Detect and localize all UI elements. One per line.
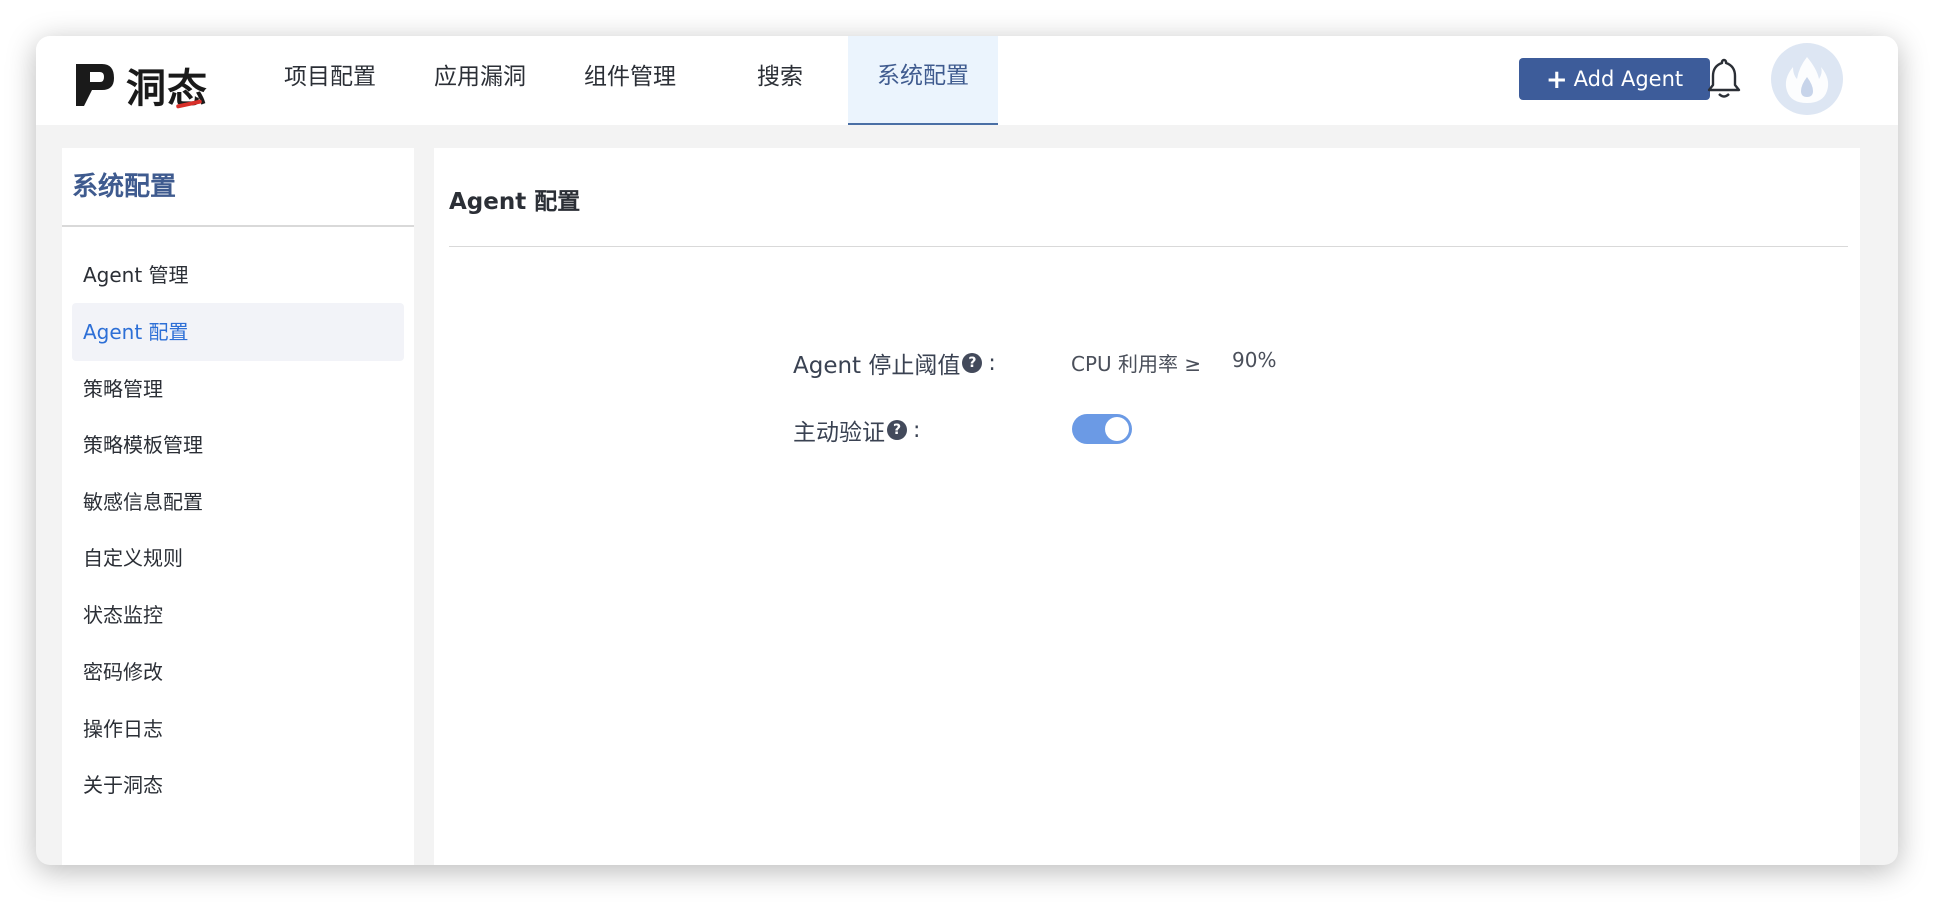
tab-search[interactable]: 搜索 — [708, 36, 852, 125]
logo-icon — [72, 62, 116, 108]
question-icon[interactable]: ? — [887, 420, 907, 440]
sidebar-divider — [62, 225, 414, 227]
threshold-label: Agent 停止阈值 — [793, 353, 961, 379]
toggle-knob — [1105, 417, 1129, 441]
sidebar: 系统配置 Agent 管理 Agent 配置 策略管理 策略模板管理 敏感信息配… — [62, 148, 414, 865]
active-verify-label: 主动验证 — [793, 420, 885, 446]
tab-system-config[interactable]: 系统配置 — [848, 36, 998, 125]
avatar[interactable] — [1771, 43, 1843, 115]
top-navbar: 洞态 项目配置 应用漏洞 组件管理 搜索 系统配置 + Add Agent — [36, 36, 1898, 125]
sidebar-item-password-change[interactable]: 密码修改 — [72, 643, 404, 701]
sidebar-title: 系统配置 — [72, 172, 177, 202]
threshold-colon: : — [988, 350, 996, 376]
brand-logo[interactable]: 洞态 — [72, 56, 208, 114]
bell-icon[interactable] — [1704, 56, 1744, 100]
sidebar-item-status-monitor[interactable]: 状态监控 — [72, 586, 404, 644]
sidebar-item-about[interactable]: 关于洞态 — [72, 756, 404, 814]
app-window: 洞态 项目配置 应用漏洞 组件管理 搜索 系统配置 + Add Agent 系统… — [36, 36, 1898, 865]
brand-name: 洞态 — [126, 66, 208, 112]
tab-project-config[interactable]: 项目配置 — [258, 36, 402, 125]
sidebar-item-policy-template[interactable]: 策略模板管理 — [72, 416, 404, 474]
active-verify-colon: : — [913, 417, 921, 443]
active-verify-label-group: 主动验证 ? : — [793, 413, 920, 447]
page-title: Agent 配置 — [449, 189, 581, 215]
tab-app-vulnerabilities[interactable]: 应用漏洞 — [408, 36, 552, 125]
cpu-threshold-text: CPU 利用率 ≥ — [1071, 352, 1202, 376]
plus-icon: + — [1545, 65, 1568, 95]
sidebar-item-sensitive-info[interactable]: 敏感信息配置 — [72, 473, 404, 531]
sidebar-item-operation-log[interactable]: 操作日志 — [72, 700, 404, 758]
sidebar-item-policy-management[interactable]: 策略管理 — [72, 360, 404, 418]
threshold-label-group: Agent 停止阈值 ? : — [793, 346, 996, 380]
cpu-threshold-value: 90% — [1232, 348, 1277, 372]
flame-icon — [1773, 45, 1841, 113]
add-agent-button[interactable]: + Add Agent — [1519, 58, 1710, 100]
question-icon[interactable]: ? — [962, 353, 983, 373]
sidebar-item-agent-config[interactable]: Agent 配置 — [72, 303, 404, 361]
sidebar-item-custom-rules[interactable]: 自定义规则 — [72, 529, 404, 587]
main-panel: Agent 配置 Agent 停止阈值 ? : CPU 利用率 ≥ 90% 主动… — [434, 148, 1860, 865]
title-divider — [449, 246, 1848, 247]
sidebar-item-agent-management[interactable]: Agent 管理 — [72, 246, 404, 304]
active-verify-toggle[interactable] — [1072, 414, 1132, 444]
add-agent-label: Add Agent — [1573, 67, 1684, 91]
tab-component-management[interactable]: 组件管理 — [558, 36, 702, 125]
